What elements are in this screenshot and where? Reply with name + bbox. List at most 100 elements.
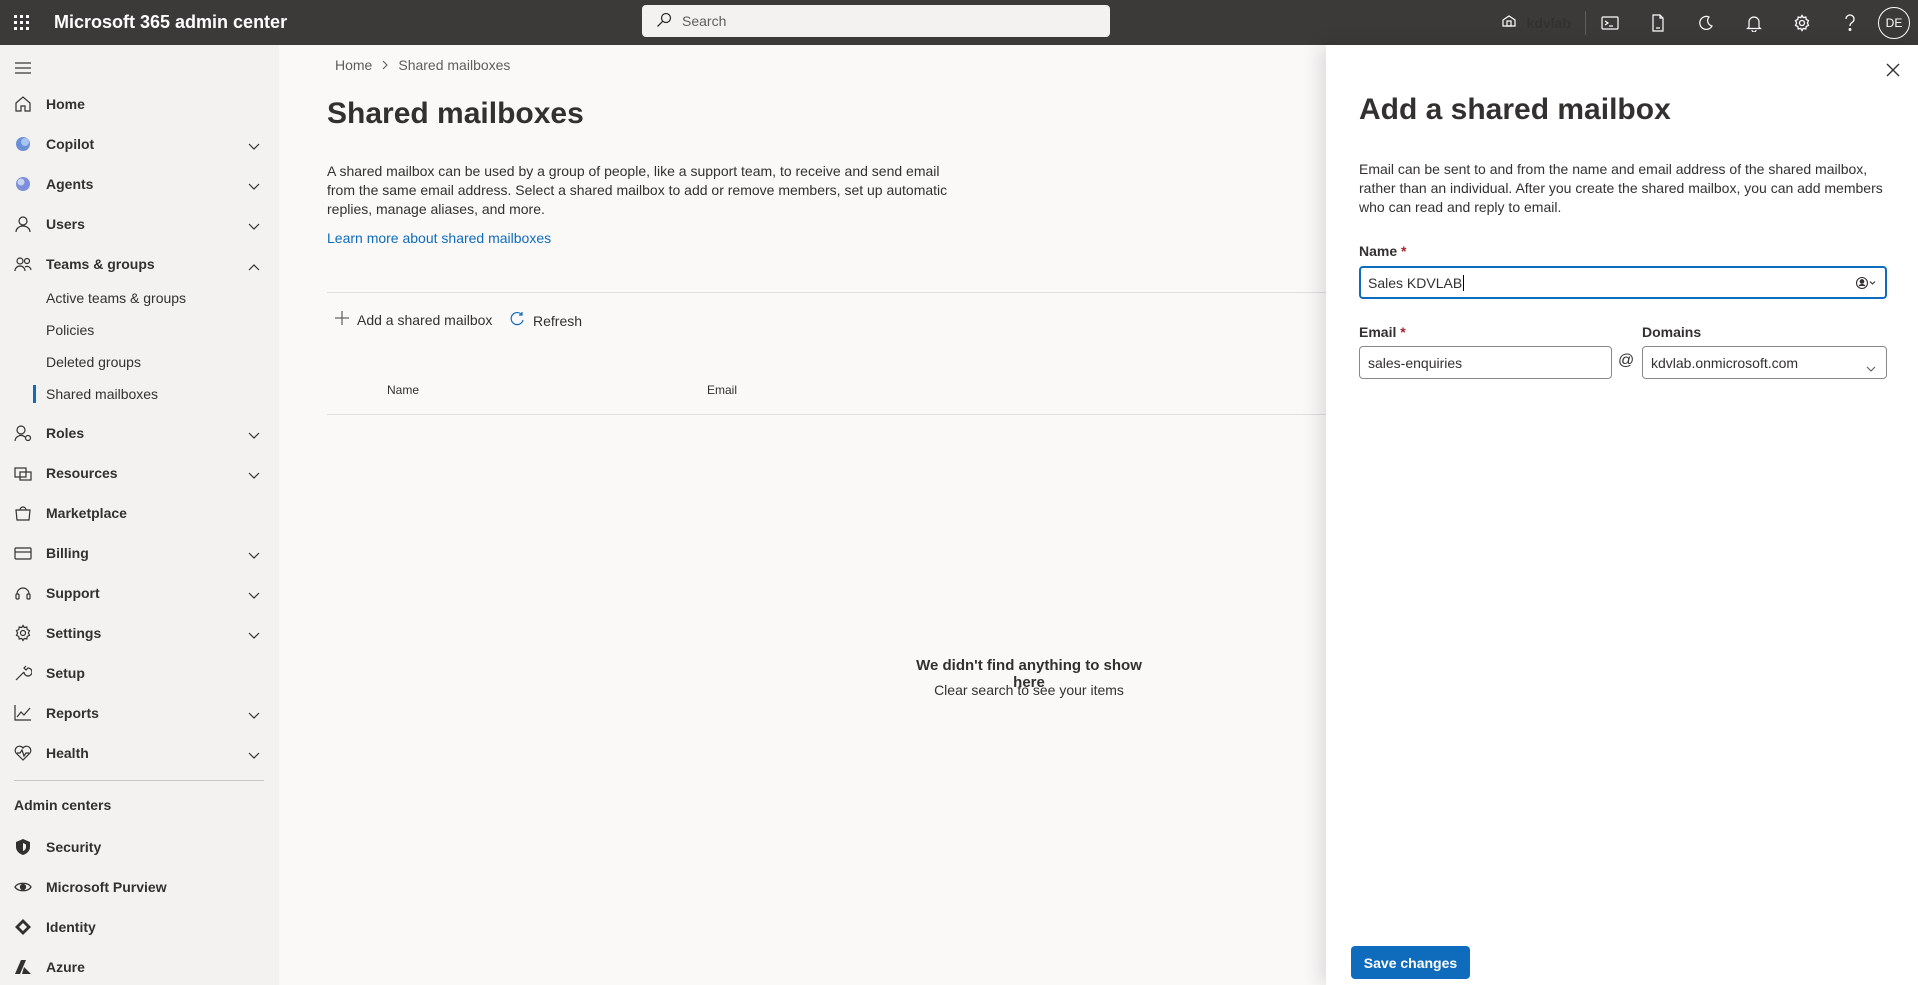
nav-item-setup[interactable]: Setup [0, 653, 279, 693]
nav-item-agents[interactable]: Agents [0, 164, 279, 204]
teams-groups-icon [14, 255, 32, 273]
identity-icon [14, 918, 32, 936]
nav-item-security[interactable]: Security [0, 827, 279, 867]
left-nav: Home Copilot Agents Users Teams & groups… [0, 45, 279, 985]
nav-item-label: Identity [46, 919, 96, 935]
nav-item-label: Azure [46, 959, 85, 975]
security-icon [14, 838, 32, 856]
nav-item-label: Health [46, 745, 89, 761]
sub-item-deleted-groups[interactable]: Deleted groups [46, 354, 141, 370]
nav-item-settings[interactable]: Settings [0, 613, 279, 653]
chevron-down-icon [248, 707, 260, 723]
required-mark: * [1400, 324, 1406, 340]
nav-item-users[interactable]: Users [0, 204, 279, 244]
panel-description: Email can be sent to and from the name a… [1359, 161, 1883, 215]
page-description: A shared mailbox can be used by a group … [327, 163, 948, 217]
bell-icon[interactable] [1730, 0, 1778, 45]
text-caret [1463, 274, 1465, 291]
user-icon [14, 215, 32, 233]
add-shared-mailbox-button[interactable]: Add a shared mailbox [335, 311, 492, 328]
plus-icon [335, 311, 349, 328]
nav-item-roles[interactable]: Roles [0, 413, 279, 453]
nav-item-azure[interactable]: Azure [0, 947, 279, 985]
add-shared-mailbox-label: Add a shared mailbox [357, 311, 493, 328]
resources-icon [14, 464, 32, 482]
reports-icon [14, 704, 32, 722]
nav-item-copilot[interactable]: Copilot [0, 124, 279, 164]
nav-item-label: Home [46, 96, 85, 112]
search-input[interactable]: Search [642, 5, 1110, 37]
nav-item-label: Marketplace [46, 505, 127, 521]
gear-icon[interactable] [1778, 0, 1826, 45]
refresh-button[interactable]: Refresh [509, 311, 582, 330]
nav-item-label: Setup [46, 665, 85, 681]
app-title[interactable]: Microsoft 365 admin center [54, 12, 287, 33]
hamburger-icon[interactable] [14, 61, 32, 78]
nav-item-label: Microsoft Purview [46, 879, 167, 895]
sub-item-active-teams-groups[interactable]: Active teams & groups [46, 290, 186, 306]
name-field-value: Sales KDVLAB [1368, 274, 1463, 291]
chevron-down-icon [248, 138, 260, 154]
nav-item-label: Roles [46, 425, 85, 441]
close-icon[interactable] [1886, 63, 1900, 80]
home-icon [14, 95, 32, 113]
tenant-name: kdvlab [1526, 14, 1571, 31]
purview-icon [14, 878, 32, 896]
chevron-down-icon [248, 178, 260, 194]
autofill-icon[interactable] [1855, 276, 1877, 290]
nav-item-resources[interactable]: Resources [0, 453, 279, 493]
nav-item-teams-groups[interactable]: Teams & groups [0, 244, 279, 284]
mobile-doc-icon[interactable] [1634, 0, 1682, 45]
terminal-icon[interactable] [1586, 0, 1634, 45]
avatar[interactable]: DE [1878, 6, 1910, 39]
setup-icon [14, 664, 33, 682]
nav-item-label: Teams & groups [46, 256, 155, 272]
nav-item-health[interactable]: Health [0, 733, 279, 773]
nav-item-label: Support [46, 585, 100, 601]
agents-icon [14, 175, 32, 193]
nav-item-reports[interactable]: Reports [0, 693, 279, 733]
health-icon [14, 744, 32, 762]
help-icon[interactable] [1826, 0, 1874, 45]
email-field-value: sales-enquiries [1368, 354, 1463, 371]
nav-item-label: Reports [46, 705, 99, 721]
nav-item-microsoft-purview[interactable]: Microsoft Purview [0, 867, 279, 907]
column-header-name[interactable]: Name [387, 383, 419, 397]
save-changes-button[interactable]: Save changes [1351, 946, 1470, 979]
tenant-switcher[interactable]: kdvlab [1501, 10, 1586, 35]
chevron-down-icon [248, 427, 260, 443]
nav-item-label: Security [46, 839, 102, 855]
nav-item-home[interactable]: Home [0, 84, 279, 124]
nav-item-identity[interactable]: Identity [0, 907, 279, 947]
nav-item-label: Copilot [46, 136, 95, 152]
chevron-down-icon [248, 587, 260, 603]
marketplace-icon [14, 504, 32, 522]
nav-item-billing[interactable]: Billing [0, 533, 279, 573]
nav-item-label: Settings [46, 625, 102, 641]
nav-item-marketplace[interactable]: Marketplace [0, 493, 279, 533]
email-label: Email * [1359, 324, 1406, 340]
name-field[interactable]: Sales KDVLAB [1359, 266, 1887, 299]
copilot-icon [14, 135, 32, 153]
chevron-right-icon [382, 57, 389, 73]
nav-divider [14, 780, 264, 781]
breadcrumb-current: Shared mailboxes [398, 57, 511, 73]
chevron-down-icon [248, 218, 260, 234]
sub-item-shared-mailboxes[interactable]: Shared mailboxes [46, 386, 158, 402]
settings-icon [14, 624, 32, 642]
domains-dropdown[interactable]: kdvlab.onmicrosoft.com [1642, 346, 1887, 379]
nav-item-support[interactable]: Support [0, 573, 279, 613]
email-field[interactable]: sales-enquiries [1359, 346, 1612, 379]
active-indicator [33, 385, 36, 403]
main-content: Home Shared mailboxes Shared mailboxes A… [279, 45, 1326, 985]
breadcrumb-home[interactable]: Home [335, 57, 372, 73]
table-header-divider [327, 414, 1326, 415]
waffle-icon[interactable] [0, 0, 44, 45]
moon-icon[interactable] [1682, 0, 1730, 45]
empty-state-subtitle: Clear search to see your items [934, 682, 1124, 698]
at-sign: @ [1618, 352, 1635, 369]
column-header-email[interactable]: Email [707, 383, 737, 397]
learn-more-link[interactable]: Learn more about shared mailboxes [327, 230, 551, 246]
sub-item-policies[interactable]: Policies [46, 322, 94, 338]
chevron-down-icon [248, 627, 260, 643]
